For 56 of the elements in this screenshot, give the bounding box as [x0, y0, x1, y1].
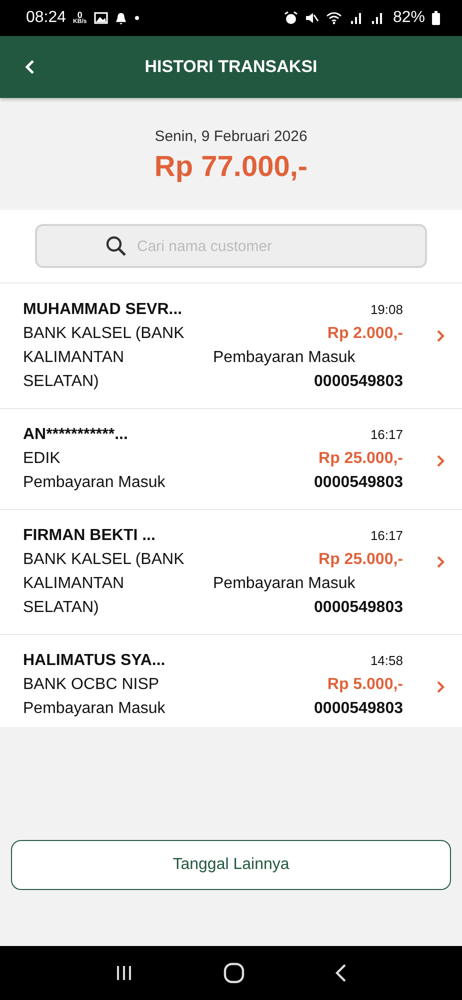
account-number: 0000549803	[314, 699, 403, 719]
customer-name: HALIMATUS SYA...	[23, 651, 166, 671]
alarm-icon	[284, 11, 298, 25]
bank-name: BANK KALSEL (BANK	[23, 550, 186, 570]
home-icon[interactable]	[222, 962, 245, 984]
customer-name: AN***********...	[23, 425, 129, 445]
transaction-type: Pembayaran Masuk	[213, 574, 356, 594]
account-number: 0000549803	[314, 372, 403, 392]
account-number: 0000549803	[314, 473, 403, 493]
bank-name: KALIMANTAN	[23, 574, 126, 594]
transaction-amount: Rp 5.000,-	[327, 675, 403, 695]
chevron-right-icon	[436, 555, 445, 569]
transaction-item[interactable]: AN***********... EDIK Pembayaran Masuk 16:17 Rp 25.000,- 0000549803	[0, 409, 462, 510]
transaction-item[interactable]: HALIMATUS SYA... BANK OCBC NISP Pembayaran Masuk 14:58 Rp 5.000,- 0000549803	[0, 635, 462, 727]
page-title: HISTORI TRANSAKSI	[144, 57, 318, 77]
mute-icon	[304, 11, 319, 25]
bank-name: KALIMANTAN	[23, 348, 126, 368]
date-label: Senin, 9 Februari 2026	[154, 128, 308, 145]
bank-name: SELATAN)	[23, 372, 100, 392]
bell-icon	[114, 12, 127, 24]
bank-name: BANK KALSEL (BANK	[23, 324, 186, 344]
transaction-type: Pembayaran Masuk	[213, 348, 356, 368]
chevron-right-icon	[436, 329, 445, 343]
bank-name: BANK OCBC NISP	[23, 675, 160, 695]
speed-value: 0	[77, 10, 82, 18]
transaction-item[interactable]: MUHAMMAD SEVR... BANK KALSEL (BANK KALIMANTAN SELATAN) 19:08 Rp 2.000,- Pembayaran Masuk 0000549803	[0, 284, 462, 409]
transaction-time: 16:17	[370, 527, 403, 545]
search-icon	[105, 235, 127, 257]
transaction-type: Pembayaran Masuk	[23, 699, 166, 719]
transaction-amount: Rp 25.000,-	[318, 550, 403, 570]
account-number: 0000549803	[314, 598, 403, 618]
battery-level: 82%	[392, 9, 425, 27]
customer-name: MUHAMMAD SEVR...	[23, 300, 184, 320]
other-dates-button[interactable]: Tanggal Lainnya	[11, 840, 451, 890]
bank-name: EDIK	[23, 449, 62, 469]
customer-name: FIRMAN BEKTI ...	[23, 526, 156, 546]
wifi-icon	[326, 11, 342, 25]
transaction-item[interactable]: FIRMAN BEKTI ... BANK KALSEL (BANK KALIMANTAN SELATAN) 16:17 Rp 25.000,- Pembayaran Masuk 0000549803	[0, 510, 462, 635]
transaction-amount: Rp 25.000,-	[318, 449, 403, 469]
transaction-time: 19:08	[370, 301, 403, 319]
dot-icon	[134, 15, 140, 21]
back-nav-icon[interactable]	[334, 963, 348, 983]
total-amount: Rp 77.000,-	[154, 151, 308, 184]
chevron-right-icon	[436, 680, 445, 694]
bank-name: SELATAN)	[23, 598, 100, 618]
battery-icon	[432, 11, 440, 25]
transaction-time: 16:17	[370, 426, 403, 444]
chevron-right-icon	[436, 454, 445, 468]
transaction-amount: Rp 2.000,-	[327, 324, 403, 344]
signal-icon	[348, 11, 363, 25]
image-icon	[94, 12, 108, 24]
signal-icon	[370, 11, 384, 25]
back-icon	[25, 59, 35, 75]
status-time: 08:24	[26, 9, 66, 27]
transaction-time: 14:58	[370, 652, 403, 670]
transaction-type: Pembayaran Masuk	[23, 473, 166, 493]
